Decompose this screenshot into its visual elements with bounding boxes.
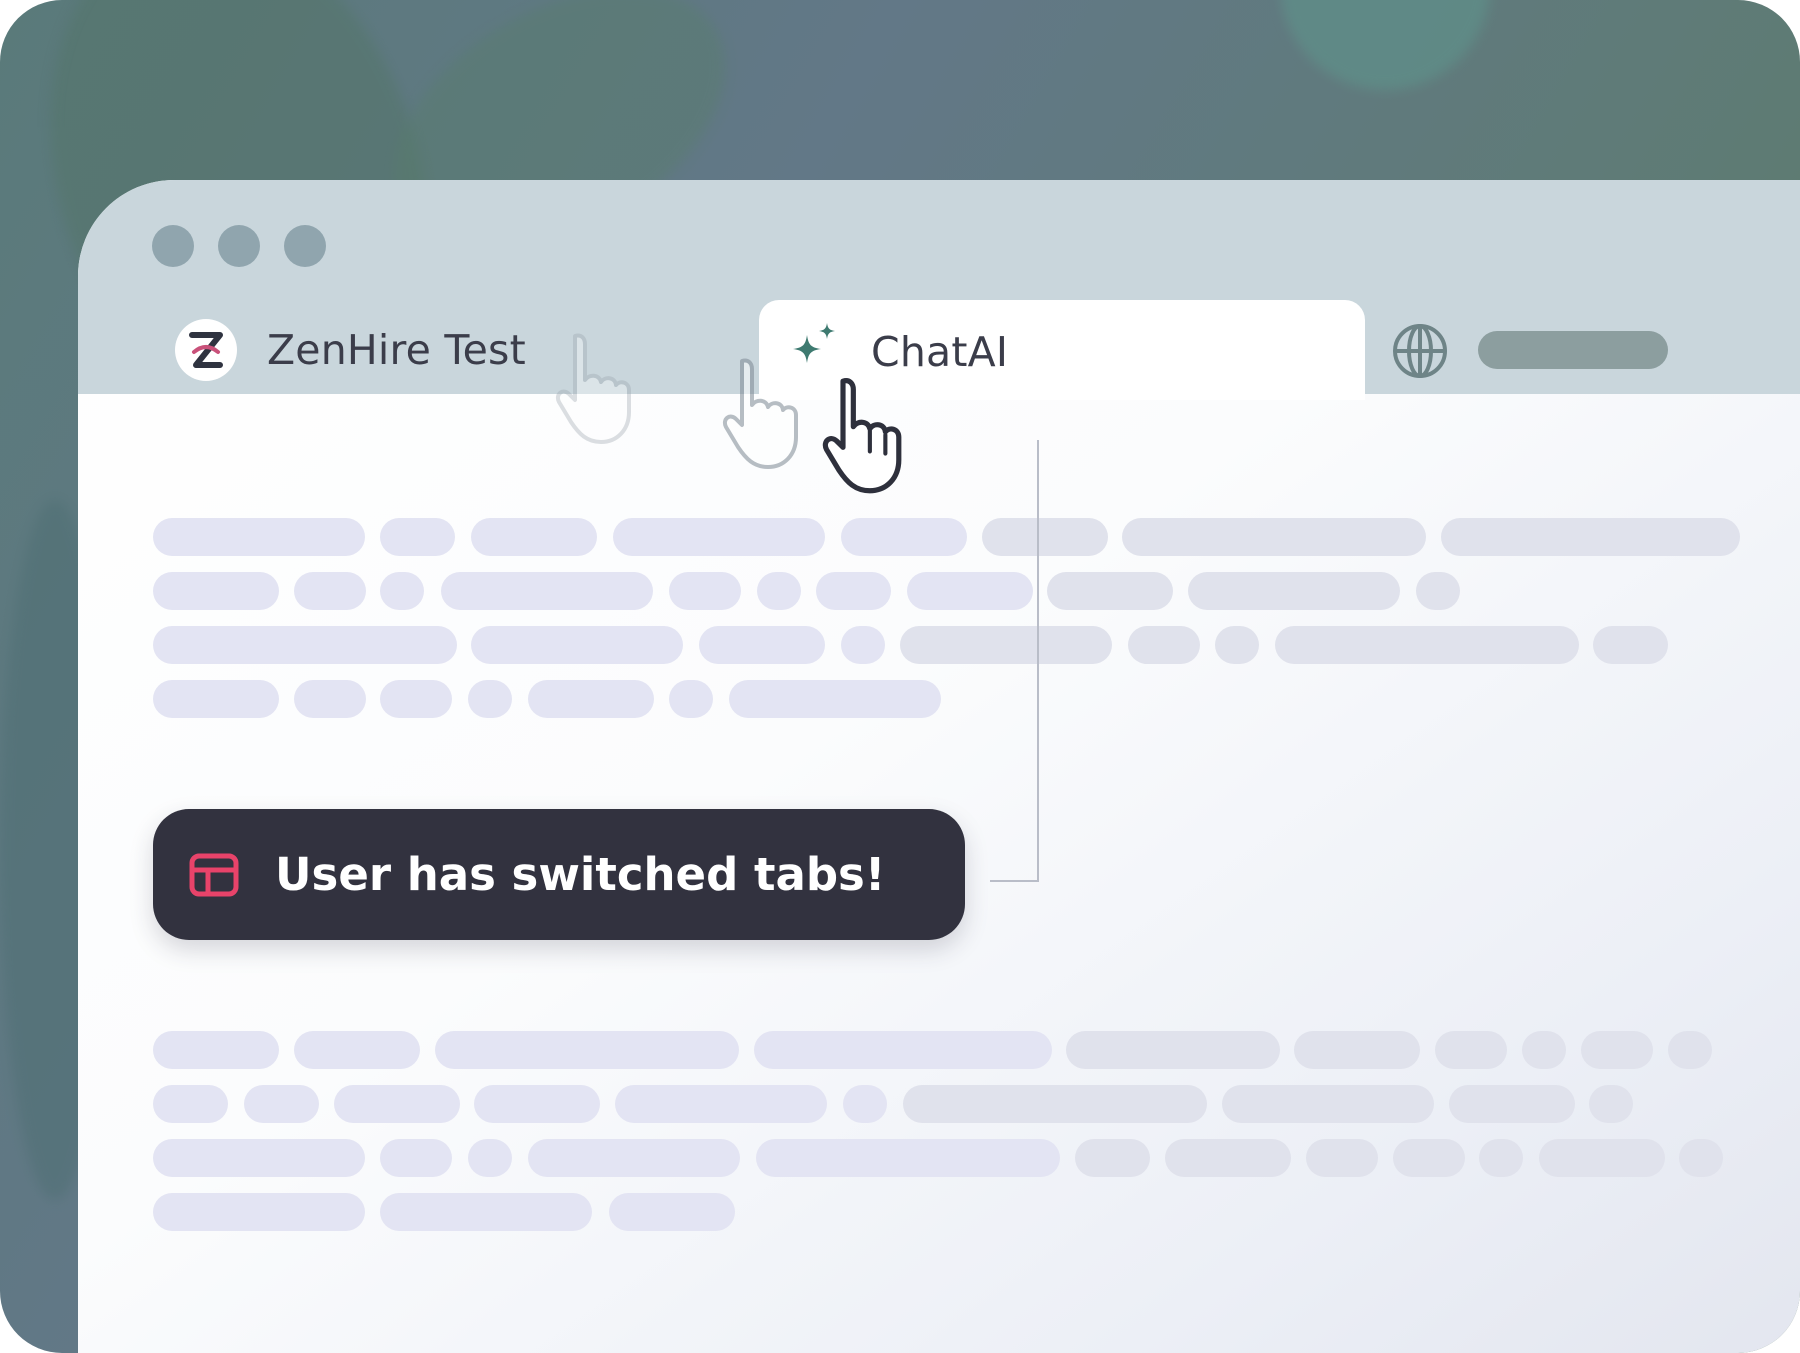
globe-icon[interactable] xyxy=(1391,322,1449,380)
browser-window: ZenHire Test ChatAI xyxy=(78,180,1800,1353)
tab-bar: ZenHire Test ChatAI xyxy=(78,180,1800,400)
connector-line xyxy=(990,880,1039,882)
notification-text: User has switched tabs! xyxy=(275,848,886,901)
tab-label: ChatAI xyxy=(871,328,1009,376)
address-bar[interactable] xyxy=(1478,331,1668,369)
layout-icon xyxy=(189,853,239,896)
connector-line xyxy=(1037,440,1039,882)
pointer-cursor-icon xyxy=(822,378,902,494)
window-close-button[interactable] xyxy=(152,225,194,267)
tab-label: ZenHire Test xyxy=(267,326,526,374)
window-minimize-button[interactable] xyxy=(218,225,260,267)
background-circle xyxy=(1280,0,1490,90)
tab-zenhire-test[interactable]: ZenHire Test xyxy=(175,312,526,388)
zenhire-logo-icon xyxy=(175,319,237,381)
background-scene: ZenHire Test ChatAI User has switched ta… xyxy=(0,0,1800,1353)
window-maximize-button[interactable] xyxy=(284,225,326,267)
tab-switch-notification: User has switched tabs! xyxy=(153,809,965,940)
pointer-cursor-icon xyxy=(556,333,631,444)
pointer-cursor-icon xyxy=(723,358,798,469)
